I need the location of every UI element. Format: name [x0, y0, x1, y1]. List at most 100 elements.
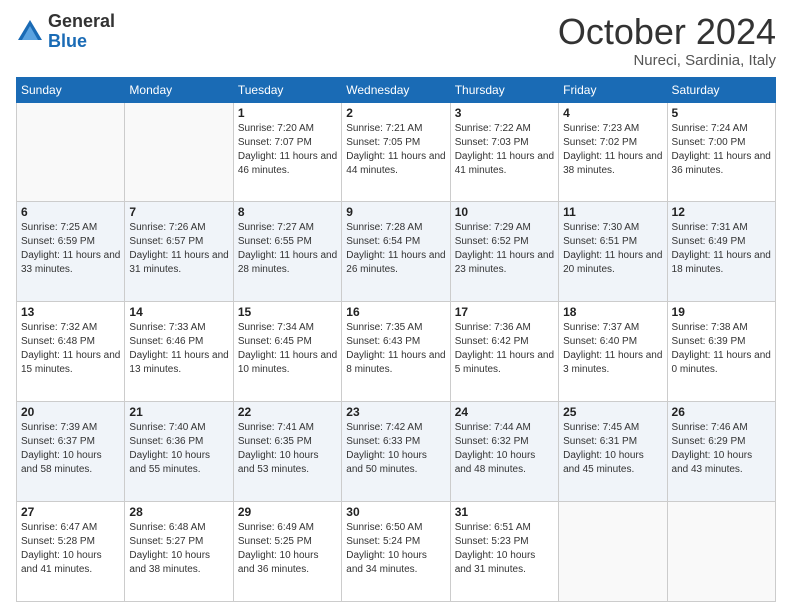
- calendar-cell-w5-d5: 31 Sunrise: 6:51 AM Sunset: 5:23 PM Dayli…: [450, 502, 558, 602]
- header-monday: Monday: [125, 77, 233, 102]
- calendar-week-3: 13 Sunrise: 7:32 AM Sunset: 6:48 PM Dayli…: [17, 302, 776, 402]
- day-info: Sunrise: 7:35 AM Sunset: 6:43 PM Dayligh…: [346, 321, 445, 377]
- day-number: 1: [238, 106, 337, 120]
- day-number: 28: [129, 505, 228, 519]
- day-info: Sunrise: 7:32 AM Sunset: 6:48 PM Dayligh…: [21, 321, 120, 377]
- logo-text: General Blue: [48, 12, 115, 52]
- day-info: Sunrise: 7:30 AM Sunset: 6:51 PM Dayligh…: [563, 221, 662, 277]
- day-number: 3: [455, 106, 554, 120]
- calendar-cell-w2-d7: 12 Sunrise: 7:31 AM Sunset: 6:49 PM Dayli…: [667, 202, 775, 302]
- day-info: Sunrise: 7:42 AM Sunset: 6:33 PM Dayligh…: [346, 421, 445, 477]
- page: General Blue October 2024 Nureci, Sardin…: [0, 0, 792, 612]
- day-number: 20: [21, 405, 120, 419]
- day-info: Sunrise: 6:51 AM Sunset: 5:23 PM Dayligh…: [455, 521, 554, 577]
- calendar-cell-w4-d2: 21 Sunrise: 7:40 AM Sunset: 6:36 PM Dayli…: [125, 402, 233, 502]
- calendar-cell-w5-d1: 27 Sunrise: 6:47 AM Sunset: 5:28 PM Dayli…: [17, 502, 125, 602]
- calendar-cell-w3-d7: 19 Sunrise: 7:38 AM Sunset: 6:39 PM Dayli…: [667, 302, 775, 402]
- day-info: Sunrise: 7:41 AM Sunset: 6:35 PM Dayligh…: [238, 421, 337, 477]
- calendar-cell-w3-d1: 13 Sunrise: 7:32 AM Sunset: 6:48 PM Dayli…: [17, 302, 125, 402]
- day-number: 31: [455, 505, 554, 519]
- day-info: Sunrise: 7:31 AM Sunset: 6:49 PM Dayligh…: [672, 221, 771, 277]
- header: General Blue October 2024 Nureci, Sardin…: [16, 12, 776, 69]
- calendar-cell-w2-d2: 7Sunrise: 7:26 AM Sunset: 6:57 PM Daylig…: [125, 202, 233, 302]
- calendar-week-1: 1 Sunrise: 7:20 AM Sunset: 7:07 PM Daylig…: [17, 102, 776, 202]
- calendar-week-5: 27 Sunrise: 6:47 AM Sunset: 5:28 PM Dayli…: [17, 502, 776, 602]
- day-info: Sunrise: 7:21 AM Sunset: 7:05 PM Dayligh…: [346, 122, 445, 178]
- day-info: Sunrise: 7:27 AM Sunset: 6:55 PM Dayligh…: [238, 221, 337, 277]
- day-number: 5: [672, 106, 771, 120]
- day-number: 18: [563, 305, 662, 319]
- header-friday: Friday: [559, 77, 667, 102]
- calendar-cell-w5-d3: 29 Sunrise: 6:49 AM Sunset: 5:25 PM Dayli…: [233, 502, 341, 602]
- day-number: 26: [672, 405, 771, 419]
- day-number: 4: [563, 106, 662, 120]
- calendar-week-4: 20 Sunrise: 7:39 AM Sunset: 6:37 PM Dayli…: [17, 402, 776, 502]
- day-info: Sunrise: 7:40 AM Sunset: 6:36 PM Dayligh…: [129, 421, 228, 477]
- calendar-cell-w1-d6: 4 Sunrise: 7:23 AM Sunset: 7:02 PM Daylig…: [559, 102, 667, 202]
- calendar-cell-w3-d4: 16Sunrise: 7:35 AM Sunset: 6:43 PM Dayli…: [342, 302, 450, 402]
- calendar-cell-w4-d1: 20 Sunrise: 7:39 AM Sunset: 6:37 PM Dayli…: [17, 402, 125, 502]
- day-info: Sunrise: 7:46 AM Sunset: 6:29 PM Dayligh…: [672, 421, 771, 477]
- day-number: 10: [455, 205, 554, 219]
- calendar-cell-w3-d5: 17 Sunrise: 7:36 AM Sunset: 6:42 PM Dayli…: [450, 302, 558, 402]
- logo-icon: [16, 18, 44, 46]
- day-info: Sunrise: 7:22 AM Sunset: 7:03 PM Dayligh…: [455, 122, 554, 178]
- calendar-cell-w4-d3: 22 Sunrise: 7:41 AM Sunset: 6:35 PM Dayli…: [233, 402, 341, 502]
- day-number: 12: [672, 205, 771, 219]
- day-number: 13: [21, 305, 120, 319]
- day-info: Sunrise: 7:36 AM Sunset: 6:42 PM Dayligh…: [455, 321, 554, 377]
- day-number: 27: [21, 505, 120, 519]
- calendar-cell-w5-d6: [559, 502, 667, 602]
- calendar-cell-w4-d5: 24Sunrise: 7:44 AM Sunset: 6:32 PM Dayli…: [450, 402, 558, 502]
- calendar-header-row: Sunday Monday Tuesday Wednesday Thursday…: [17, 77, 776, 102]
- day-number: 22: [238, 405, 337, 419]
- header-tuesday: Tuesday: [233, 77, 341, 102]
- calendar-cell-w3-d3: 15 Sunrise: 7:34 AM Sunset: 6:45 PM Dayli…: [233, 302, 341, 402]
- day-number: 30: [346, 505, 445, 519]
- logo-blue-text: Blue: [48, 32, 115, 52]
- title-location: Nureci, Sardinia, Italy: [558, 52, 776, 69]
- day-number: 15: [238, 305, 337, 319]
- calendar-cell-w1-d2: [125, 102, 233, 202]
- day-info: Sunrise: 7:38 AM Sunset: 6:39 PM Dayligh…: [672, 321, 771, 377]
- calendar-cell-w2-d6: 11 Sunrise: 7:30 AM Sunset: 6:51 PM Dayli…: [559, 202, 667, 302]
- day-number: 21: [129, 405, 228, 419]
- day-number: 17: [455, 305, 554, 319]
- calendar-cell-w2-d1: 6Sunrise: 7:25 AM Sunset: 6:59 PM Daylig…: [17, 202, 125, 302]
- day-number: 29: [238, 505, 337, 519]
- title-month: October 2024: [558, 12, 776, 52]
- day-number: 14: [129, 305, 228, 319]
- day-info: Sunrise: 6:47 AM Sunset: 5:28 PM Dayligh…: [21, 521, 120, 577]
- title-block: October 2024 Nureci, Sardinia, Italy: [558, 12, 776, 69]
- day-info: Sunrise: 7:20 AM Sunset: 7:07 PM Dayligh…: [238, 122, 337, 178]
- calendar-cell-w5-d7: [667, 502, 775, 602]
- calendar-cell-w1-d1: [17, 102, 125, 202]
- calendar-cell-w2-d5: 10 Sunrise: 7:29 AM Sunset: 6:52 PM Dayli…: [450, 202, 558, 302]
- day-info: Sunrise: 7:34 AM Sunset: 6:45 PM Dayligh…: [238, 321, 337, 377]
- day-info: Sunrise: 7:24 AM Sunset: 7:00 PM Dayligh…: [672, 122, 771, 178]
- day-number: 11: [563, 205, 662, 219]
- day-number: 8: [238, 205, 337, 219]
- calendar-cell-w5-d2: 28 Sunrise: 6:48 AM Sunset: 5:27 PM Dayli…: [125, 502, 233, 602]
- calendar-week-2: 6Sunrise: 7:25 AM Sunset: 6:59 PM Daylig…: [17, 202, 776, 302]
- day-info: Sunrise: 6:49 AM Sunset: 5:25 PM Dayligh…: [238, 521, 337, 577]
- header-thursday: Thursday: [450, 77, 558, 102]
- day-info: Sunrise: 7:37 AM Sunset: 6:40 PM Dayligh…: [563, 321, 662, 377]
- calendar-cell-w2-d4: 9Sunrise: 7:28 AM Sunset: 6:54 PM Daylig…: [342, 202, 450, 302]
- day-info: Sunrise: 7:23 AM Sunset: 7:02 PM Dayligh…: [563, 122, 662, 178]
- header-wednesday: Wednesday: [342, 77, 450, 102]
- calendar-cell-w3-d2: 14Sunrise: 7:33 AM Sunset: 6:46 PM Dayli…: [125, 302, 233, 402]
- day-info: Sunrise: 6:48 AM Sunset: 5:27 PM Dayligh…: [129, 521, 228, 577]
- calendar-cell-w4-d6: 25Sunrise: 7:45 AM Sunset: 6:31 PM Dayli…: [559, 402, 667, 502]
- day-number: 7: [129, 205, 228, 219]
- day-number: 19: [672, 305, 771, 319]
- day-info: Sunrise: 7:29 AM Sunset: 6:52 PM Dayligh…: [455, 221, 554, 277]
- logo-general-text: General: [48, 12, 115, 32]
- calendar-cell-w5-d4: 30 Sunrise: 6:50 AM Sunset: 5:24 PM Dayli…: [342, 502, 450, 602]
- calendar-cell-w4-d4: 23Sunrise: 7:42 AM Sunset: 6:33 PM Dayli…: [342, 402, 450, 502]
- calendar-cell-w1-d4: 2Sunrise: 7:21 AM Sunset: 7:05 PM Daylig…: [342, 102, 450, 202]
- day-info: Sunrise: 6:50 AM Sunset: 5:24 PM Dayligh…: [346, 521, 445, 577]
- day-info: Sunrise: 7:45 AM Sunset: 6:31 PM Dayligh…: [563, 421, 662, 477]
- calendar-cell-w3-d6: 18 Sunrise: 7:37 AM Sunset: 6:40 PM Dayli…: [559, 302, 667, 402]
- day-info: Sunrise: 7:39 AM Sunset: 6:37 PM Dayligh…: [21, 421, 120, 477]
